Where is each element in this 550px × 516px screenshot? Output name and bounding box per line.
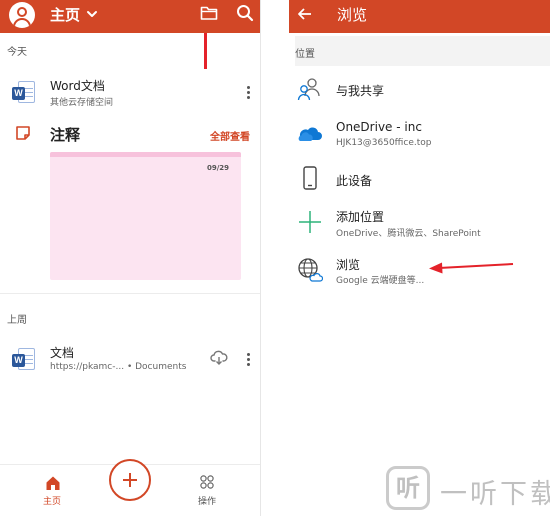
browse-header: 浏览: [289, 0, 550, 33]
nav-actions-label[interactable]: 操作: [198, 494, 216, 507]
note-date: 09/29: [206, 164, 229, 172]
home-header: 主页: [0, 0, 260, 33]
plus-icon: [123, 473, 137, 487]
see-all-link[interactable]: 全部查看: [210, 128, 250, 143]
cloud-download-icon[interactable]: [210, 350, 228, 366]
create-new-button[interactable]: [109, 459, 151, 501]
home-icon[interactable]: [45, 475, 61, 491]
browse-title: 浏览: [337, 6, 368, 24]
watermark: 听 一听下载: [386, 462, 550, 516]
shared-people-icon: [297, 78, 320, 101]
home-title[interactable]: 主页: [50, 5, 80, 25]
location-onedrive[interactable]: OneDrive - inc: [336, 120, 422, 134]
location-this-device[interactable]: 此设备: [336, 172, 372, 189]
note-card[interactable]: 09/29: [50, 152, 241, 280]
screenshot-root: 主页 今天 W Word文档 其他云存储空间 注释 全部查看 09/29 上周 …: [0, 0, 550, 516]
recent-file-name[interactable]: 文档: [50, 344, 74, 361]
location-onedrive-account: HJK13@3650ffice.top: [336, 138, 432, 148]
more-options-icon[interactable]: [245, 352, 253, 368]
location-browse[interactable]: 浏览: [336, 256, 360, 273]
folder-icon[interactable]: [200, 5, 218, 21]
note-card-strip: [50, 152, 241, 157]
back-arrow-icon[interactable]: [297, 6, 313, 22]
annotation-line: [204, 33, 207, 69]
section-label-location-text: 位置: [295, 49, 315, 60]
word-doc-icon: W: [12, 80, 36, 104]
location-browse-services: Google 云端硬盘等...: [336, 276, 425, 286]
recent-file-location: 其他云存储空间: [50, 98, 114, 108]
word-doc-icon: W: [12, 347, 36, 371]
home-screen: 主页 今天 W Word文档 其他云存储空间 注释 全部查看 09/29 上周 …: [0, 0, 261, 516]
divider: [0, 293, 260, 294]
recent-file-name[interactable]: Word文档: [50, 77, 105, 94]
annotation-arrow: [429, 262, 514, 274]
search-icon[interactable]: [236, 4, 254, 22]
phone-device-icon: [303, 166, 317, 190]
watermark-text: 一听下载: [440, 479, 550, 510]
actions-grid-icon[interactable]: [200, 475, 214, 489]
notes-title: 注释: [50, 126, 81, 144]
location-add-place[interactable]: 添加位置: [336, 208, 384, 225]
onedrive-cloud-icon: [298, 127, 322, 141]
nav-home-label[interactable]: 主页: [43, 494, 61, 507]
sticky-note-icon: [16, 126, 30, 140]
chevron-down-icon[interactable]: [85, 7, 99, 21]
more-options-icon[interactable]: [245, 85, 253, 101]
section-label-last-week: 上周: [7, 315, 27, 326]
section-label-today: 今天: [7, 47, 27, 58]
location-add-place-services: OneDrive、腾讯微云、SharePoint: [336, 229, 481, 239]
globe-cloud-icon: [298, 258, 323, 282]
browse-screen: 浏览 位置 与我共享 OneDrive - inc HJK13@3650ffic…: [289, 0, 550, 516]
watermark-logo: 听: [386, 466, 430, 510]
avatar[interactable]: [9, 2, 35, 28]
location-shared-with-me[interactable]: 与我共享: [336, 82, 384, 99]
plus-icon: [299, 211, 321, 233]
recent-file-location: https://pkamc-... • Documents: [50, 362, 187, 372]
section-label-location: 位置: [295, 36, 550, 66]
